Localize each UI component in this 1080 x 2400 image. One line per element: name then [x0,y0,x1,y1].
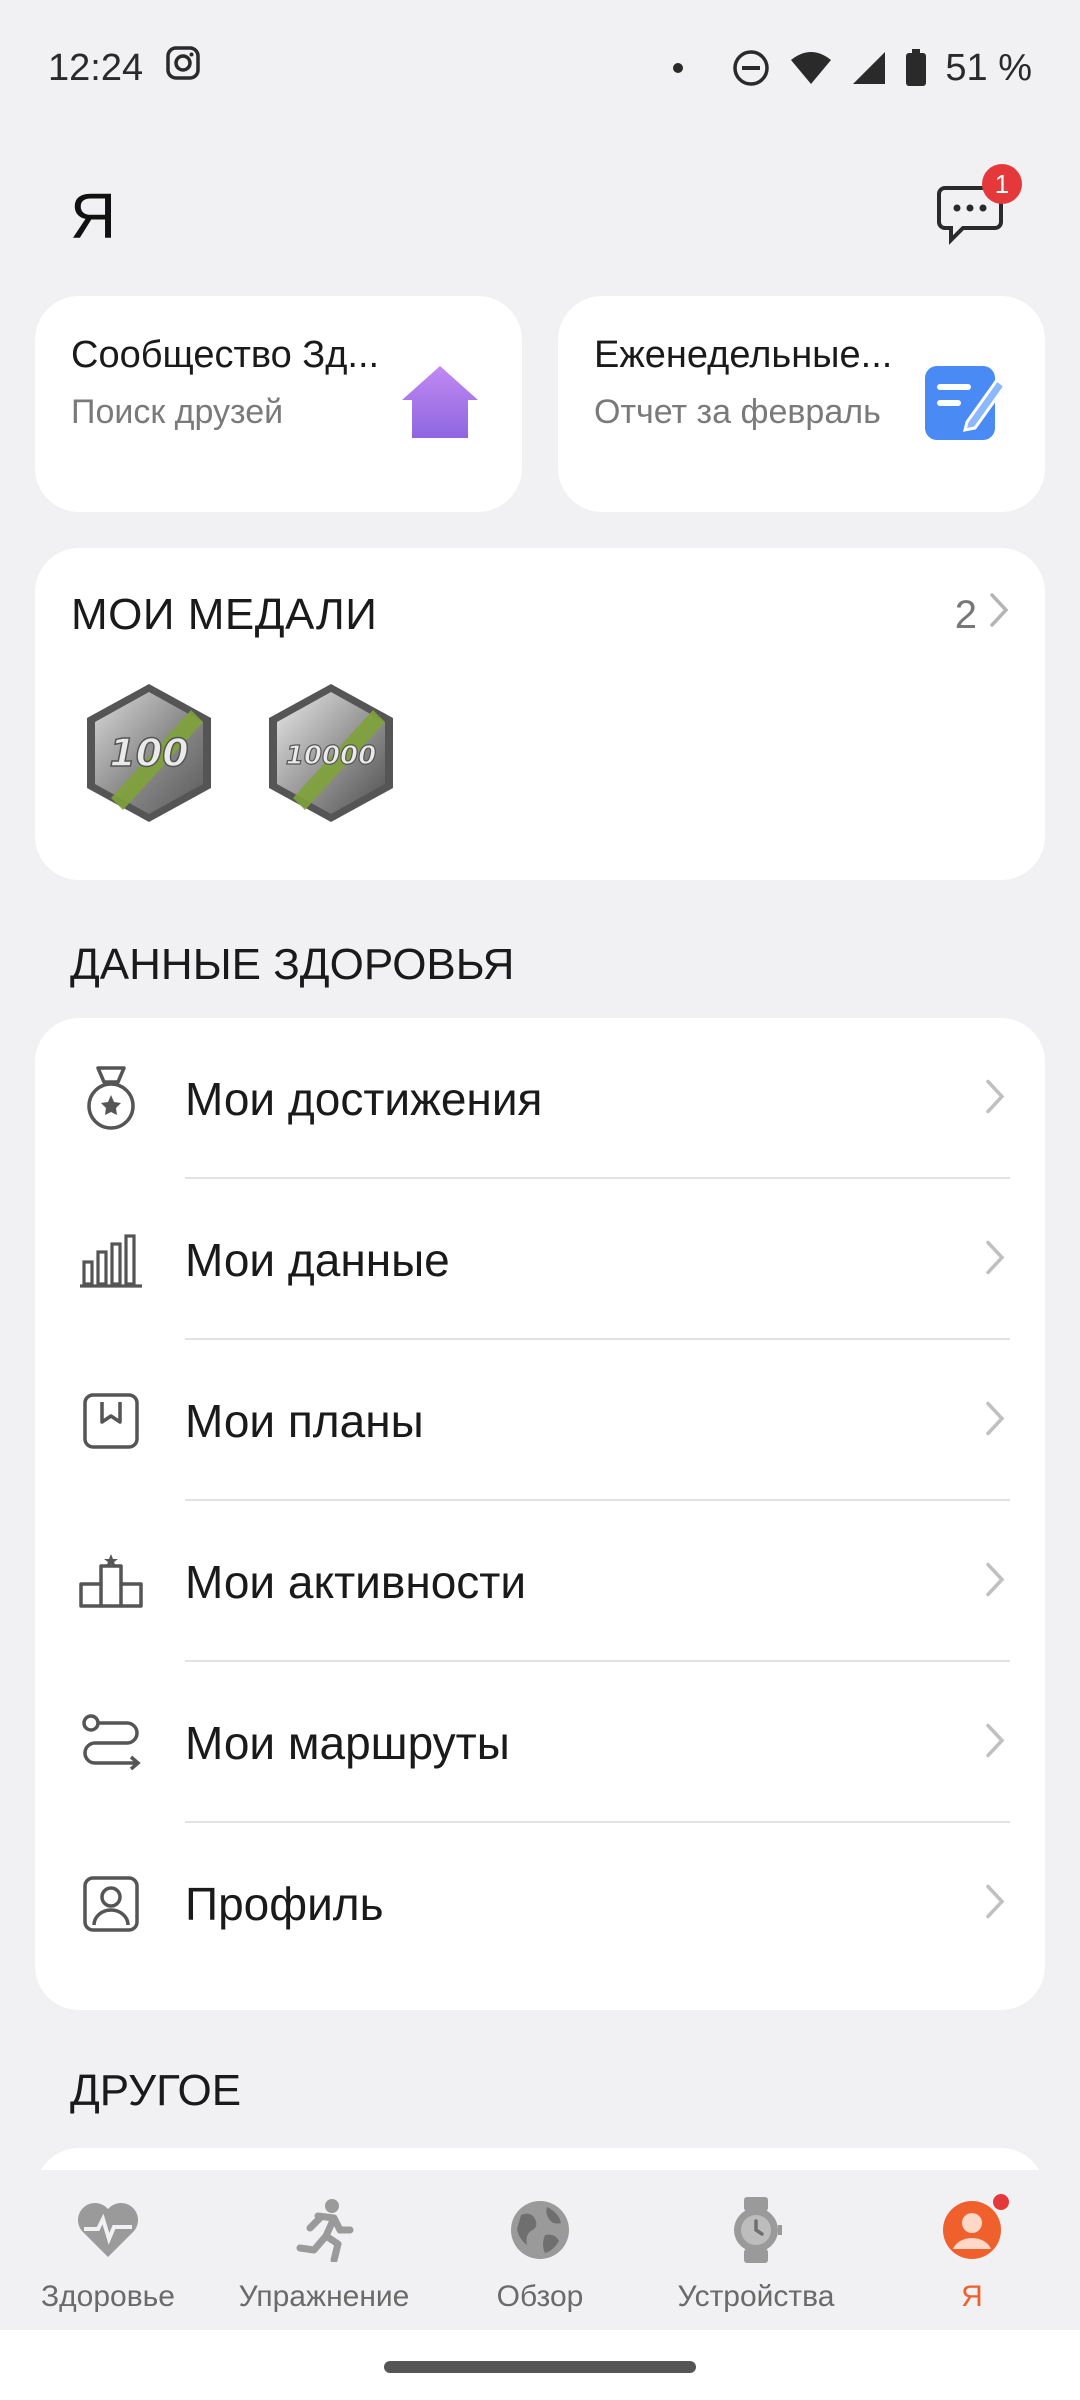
shortcut-cards: Сообщество Зд... Поиск друзей Еженедельн… [35,296,1045,512]
nav-label: Здоровье [41,2280,175,2313]
dnd-icon [731,48,771,88]
community-card[interactable]: Сообщество Зд... Поиск друзей [35,296,522,512]
nav-exercise[interactable]: Упражнение [216,2170,432,2314]
community-card-title: Сообщество Зд... [71,334,380,376]
nav-label: Упражнение [238,2280,410,2313]
runner-icon [294,2194,354,2266]
page-title: Я [70,180,117,252]
medal-10000[interactable]: 10000 [263,680,399,831]
medal-100-label: 100 [109,731,188,775]
avatar-icon [941,2194,1009,2266]
notification-dot [993,2194,1009,2210]
list-label: Мои данные [185,1233,450,1286]
battery-level: 51 % [945,46,1032,89]
list-label: Мои активности [185,1555,527,1608]
list-item-achievements[interactable]: Мои достижения [35,1018,1045,1179]
status-time: 12:24 [48,46,144,89]
chevron-right-icon [985,1239,1005,1280]
battery-icon [905,49,927,87]
medal-100[interactable]: 100 [81,680,217,831]
weekly-report-title: Еженедельные... [594,334,893,376]
instagram-icon [165,45,201,91]
nav-label: Я [961,2280,983,2313]
chevron-right-icon [985,1078,1005,1119]
list-item-profile[interactable]: Профиль [35,1823,1045,1984]
medals-card[interactable]: МОИ МЕДАЛИ 2 100 10000 [35,548,1045,880]
nav-health[interactable]: Здоровье [0,2170,216,2314]
home-gesture-bar[interactable] [384,2361,696,2373]
chevron-right-icon [985,1561,1005,1602]
list-item-routes[interactable]: Мои маршруты [35,1662,1045,1823]
header: Я 1 [0,136,1080,296]
list-item-data[interactable]: Мои данные [35,1179,1045,1340]
route-icon [35,1713,185,1773]
heart-pulse-icon [76,2194,140,2266]
watch-icon [730,2194,782,2266]
weekly-report-card[interactable]: Еженедельные... Отчет за февраль [558,296,1045,512]
house-icon [398,360,482,449]
podium-icon [35,1553,185,1610]
medal-10000-label: 10000 [286,741,376,771]
report-icon [921,360,1008,449]
globe-icon [509,2194,571,2266]
messages-badge: 1 [982,164,1022,204]
medal-icon [35,1065,185,1132]
messages-button[interactable]: 1 [930,164,1022,256]
profile-icon [35,1875,185,1933]
wifi-icon [789,50,833,86]
health-list: Мои достижения Мои данные Мои планы Мои … [35,1018,1045,2010]
chevron-right-icon [985,1400,1005,1441]
chevron-right-icon [989,592,1009,638]
nav-label: Обзор [496,2280,584,2313]
list-label: Профиль [185,1877,384,1930]
list-label: Мои маршруты [185,1716,510,1769]
nav-label: Устройства [677,2280,835,2313]
chevron-right-icon [985,1883,1005,1924]
status-bar: 12:24 51 % [0,0,1080,136]
list-label: Мои достижения [185,1072,543,1125]
medals-title: МОИ МЕДАЛИ [71,590,378,639]
signal-icon [851,50,887,86]
bar-chart-icon [35,1232,185,1288]
nav-overview[interactable]: Обзор [432,2170,648,2314]
bottom-nav: Здоровье Упражнение Обзор Устройства Я [0,2170,1080,2330]
chevron-right-icon [985,1722,1005,1763]
list-item-activities[interactable]: Мои активности [35,1501,1045,1662]
other-section-title: ДРУГОЕ [70,2066,242,2115]
nav-me[interactable]: Я [864,2170,1080,2314]
list-item-plans[interactable]: Мои планы [35,1340,1045,1501]
medals-count-value: 2 [954,592,977,637]
plan-icon [35,1392,185,1450]
health-section-title: ДАННЫЕ ЗДОРОВЬЯ [70,940,515,989]
notification-dot-icon [671,61,685,75]
list-label: Мои планы [185,1394,424,1447]
nav-devices[interactable]: Устройства [648,2170,864,2314]
medals-count[interactable]: 2 [955,592,1009,638]
